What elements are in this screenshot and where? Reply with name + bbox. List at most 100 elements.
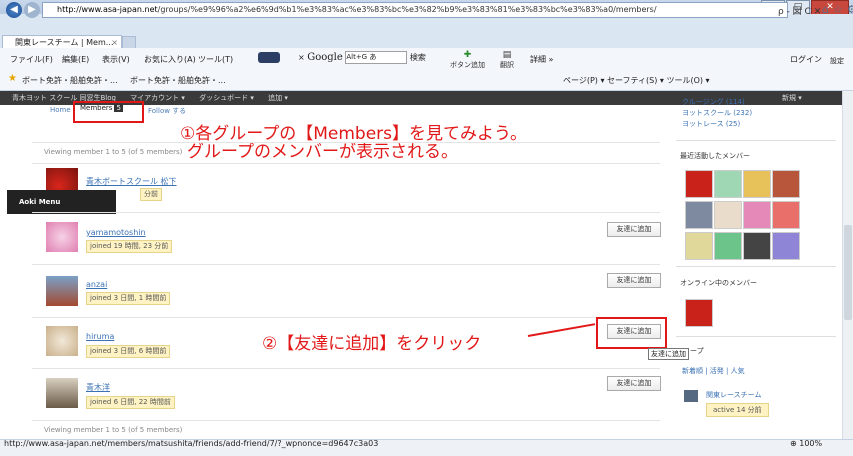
recent-member-grid bbox=[685, 170, 800, 260]
address-host: http://www.asa-japan.net bbox=[57, 5, 158, 14]
callout-step2: ②【友達に追加】をクリック bbox=[262, 334, 482, 354]
group-active-badge: active 14 分前 bbox=[706, 403, 769, 417]
viewing-count-bottom: Viewing member 1 to 5 (of 5 members) bbox=[44, 426, 183, 434]
viewing-count-top: Viewing member 1 to 5 (of 5 members) bbox=[44, 148, 183, 156]
online-avatar[interactable] bbox=[685, 299, 713, 327]
group-thumbnail[interactable] bbox=[684, 390, 698, 402]
sidebar-divider bbox=[676, 140, 836, 141]
adminbar-add[interactable]: 追加 ▾ bbox=[268, 94, 288, 102]
translate-tool[interactable]: ▤ 翻訳 bbox=[500, 50, 514, 70]
home-star-gear-icons[interactable]: ⌂☆⚙ bbox=[822, 3, 853, 16]
aoki-menu[interactable]: Aoki Menu bbox=[7, 190, 116, 214]
tab-title: 関東レースチーム | Mem... bbox=[15, 38, 114, 47]
divider bbox=[32, 264, 660, 265]
login-link[interactable]: ログイン bbox=[790, 54, 822, 65]
member-name-5[interactable]: 青木洋 bbox=[86, 382, 110, 393]
zoom-level[interactable]: ⊕ 100% bbox=[790, 439, 822, 448]
sidebar-group-link-2[interactable]: ヨットスクール (232) bbox=[682, 108, 752, 118]
command-bar[interactable]: ページ(P) ▾ セーフティ(S) ▾ ツール(O) ▾ bbox=[563, 75, 710, 86]
sidebar-online-title: オンライン中のメンバー bbox=[680, 279, 757, 287]
subnav-follow[interactable]: Follow する bbox=[148, 106, 186, 116]
sidebar-group-link-3[interactable]: ヨットレース (25) bbox=[682, 119, 740, 129]
recent-avatar[interactable] bbox=[743, 170, 771, 198]
sidebar-group-name[interactable]: 関東レースチーム bbox=[706, 390, 761, 400]
sidebar-divider bbox=[676, 336, 836, 337]
member-name-3[interactable]: anzai bbox=[86, 280, 107, 289]
avatar-photo[interactable] bbox=[46, 276, 78, 306]
callout-step1-line2: グループのメンバーが表示される。 bbox=[187, 142, 458, 162]
menu-favorites[interactable]: お気に入り(A) bbox=[144, 54, 196, 65]
sidebar-divider bbox=[676, 266, 836, 267]
highlight-box-add-friend bbox=[596, 317, 667, 349]
recent-avatar[interactable] bbox=[743, 232, 771, 260]
member-joined-4: joined 3 日間, 6 時間前 bbox=[86, 345, 171, 358]
recent-avatar[interactable] bbox=[772, 232, 800, 260]
divider bbox=[32, 163, 660, 164]
forward-button[interactable]: ▶ bbox=[24, 2, 40, 18]
back-button[interactable]: ◀ bbox=[6, 2, 22, 18]
add-friend-button-2[interactable]: 友達に追加 bbox=[607, 222, 661, 237]
sidebar-groups-title: ープ bbox=[690, 347, 704, 355]
add-button-label: ボタン追加 bbox=[450, 61, 485, 69]
tooltip-add-friend: 友達に追加 bbox=[648, 348, 689, 360]
divider bbox=[32, 142, 660, 143]
status-url: http://www.asa-japan.net/members/matsush… bbox=[4, 439, 379, 448]
member-name-4[interactable]: hiruma bbox=[86, 332, 114, 341]
divider bbox=[32, 368, 660, 369]
member-name-2[interactable]: yamamotoshin bbox=[86, 228, 146, 237]
subnav-home[interactable]: Home bbox=[50, 106, 71, 114]
divider bbox=[32, 317, 660, 318]
favorite-link-1[interactable]: ボート免許・船舶免許・... bbox=[22, 75, 118, 86]
adminbar-dashboard[interactable]: ダッシュボード ▾ bbox=[199, 94, 254, 102]
add-friend-button-3[interactable]: 友達に追加 bbox=[607, 273, 661, 288]
menu-view[interactable]: 表示(V) bbox=[102, 54, 130, 65]
address-path: /groups/%e9%96%a2%e6%9d%b1%e3%83%ac%e3%8… bbox=[157, 5, 657, 14]
recent-avatar[interactable] bbox=[772, 201, 800, 229]
google-search-input[interactable]: Alt+G あ bbox=[345, 51, 408, 64]
recent-avatar[interactable] bbox=[714, 232, 742, 260]
favorite-link-2[interactable]: ボート免許・船舶免許・... bbox=[130, 75, 226, 86]
tab-close-icon[interactable]: × bbox=[111, 36, 118, 48]
recent-avatar[interactable] bbox=[685, 201, 713, 229]
avatar-dog[interactable] bbox=[46, 326, 78, 356]
sidebar-group-link-1[interactable]: クルージング (114) bbox=[682, 97, 745, 107]
settings-link[interactable]: 設定 bbox=[830, 56, 844, 66]
add-friend-button-5[interactable]: 友達に追加 bbox=[607, 376, 661, 391]
recent-avatar[interactable] bbox=[743, 201, 771, 229]
toolbar-close-icon[interactable]: × bbox=[298, 53, 305, 62]
recent-avatar[interactable] bbox=[772, 170, 800, 198]
highlight-box-members bbox=[73, 101, 144, 123]
favorites-star-icon[interactable]: ★ bbox=[8, 73, 17, 84]
google-search-button[interactable]: 検索 bbox=[410, 53, 426, 62]
member-joined-5: joined 6 日間, 22 時間前 bbox=[86, 396, 175, 409]
sidebar-recent-title: 最近活動したメンバー bbox=[680, 152, 750, 160]
add-button-tool[interactable]: ✚ ボタン追加 bbox=[450, 50, 485, 70]
divider bbox=[32, 420, 660, 421]
detail-menu[interactable]: 詳細 » bbox=[530, 54, 553, 65]
member-joined-2: joined 19 時間, 23 分前 bbox=[86, 240, 173, 253]
member-name-1[interactable]: 青木ボートスクール 松下 bbox=[86, 176, 177, 187]
menu-tools[interactable]: ツール(T) bbox=[198, 54, 233, 65]
sidebar-groups-tabs[interactable]: 新着順 | 活発 | 人気 bbox=[682, 366, 745, 376]
member-joined-3: joined 3 日間, 1 時間前 bbox=[86, 292, 171, 305]
google-logo: Google bbox=[307, 52, 343, 63]
tab-active[interactable]: 関東レースチーム | Mem... × bbox=[2, 35, 122, 48]
divider bbox=[32, 212, 660, 213]
avatar-person[interactable] bbox=[46, 378, 78, 408]
address-bar[interactable]: http://www.asa-japan.net/groups/%e9%96%a… bbox=[42, 2, 788, 18]
recent-avatar[interactable] bbox=[714, 201, 742, 229]
favorites-row bbox=[0, 70, 853, 91]
recent-avatar[interactable] bbox=[714, 170, 742, 198]
menu-file[interactable]: ファイル(F) bbox=[10, 54, 53, 65]
avatar-cartoon[interactable] bbox=[46, 222, 78, 252]
google-search-toolbar: × Google Alt+G あ 検索 bbox=[298, 51, 426, 64]
adminbar-new[interactable]: 新規 ▾ bbox=[782, 91, 802, 105]
scrollbar-thumb[interactable] bbox=[844, 225, 852, 320]
mail-toolbar-icon[interactable] bbox=[258, 52, 280, 63]
zoom-icon: ⊕ bbox=[790, 439, 797, 448]
zoom-value: 100% bbox=[799, 439, 823, 448]
recent-avatar[interactable] bbox=[685, 232, 713, 260]
address-tools[interactable]: ρ - 図 C ✕ bbox=[778, 4, 821, 17]
recent-avatar[interactable] bbox=[685, 170, 713, 198]
menu-edit[interactable]: 編集(E) bbox=[62, 54, 89, 65]
